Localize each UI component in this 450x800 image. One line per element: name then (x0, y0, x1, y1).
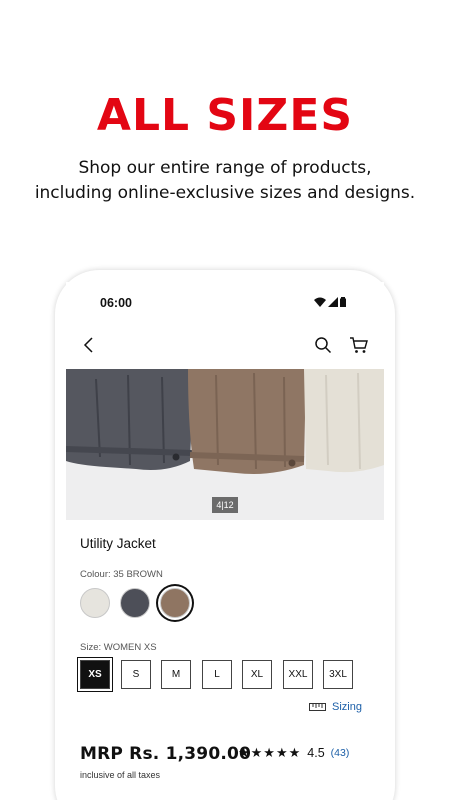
colour-swatch-off-white[interactable] (80, 588, 110, 618)
size-option-xs[interactable]: XS (80, 660, 110, 689)
phone-screen: 06:00 4|12 Utility Jacket Colour: 35 BRO… (66, 282, 384, 800)
rating-count[interactable]: (43) (331, 747, 350, 759)
product-price: MRP Rs. 1,390.00 (80, 744, 252, 764)
size-option-l[interactable]: L (202, 660, 232, 689)
size-option-xxl[interactable]: XXL (283, 660, 313, 689)
status-icons (314, 297, 346, 307)
colour-swatch-brown[interactable] (160, 588, 190, 618)
size-label: Size: WOMEN XS (80, 642, 157, 653)
product-name: Utility Jacket (80, 536, 156, 551)
battery-icon (340, 297, 346, 307)
colour-label: Colour: 35 BROWN (80, 569, 163, 580)
size-option-s[interactable]: S (121, 660, 151, 689)
size-option-3xl[interactable]: 3XL (323, 660, 353, 689)
search-icon[interactable] (314, 336, 332, 354)
ruler-icon (309, 703, 326, 711)
size-option-m[interactable]: M (161, 660, 191, 689)
status-time: 06:00 (100, 296, 132, 310)
signal-icon (328, 297, 338, 307)
cart-icon[interactable] (349, 336, 369, 354)
promo-subline: Shop our entire range of products, inclu… (0, 156, 450, 206)
rating-value: 4.5 (307, 746, 325, 760)
back-arrow-icon[interactable] (82, 336, 98, 354)
rating-stars: ★★★★★ (238, 745, 302, 760)
product-rating[interactable]: ★★★★★ 4.5 (43) (238, 745, 349, 761)
size-option-xl[interactable]: XL (242, 660, 272, 689)
promo-subline-line-1: Shop our entire range of products, (78, 158, 372, 178)
promo-headline: ALL SIZES (96, 90, 354, 141)
gallery-counter: 4|12 (212, 497, 238, 513)
sizing-link[interactable]: Sizing (309, 701, 362, 713)
sizing-link-label: Sizing (332, 701, 362, 713)
colour-swatch-gray[interactable] (120, 588, 150, 618)
promo-subline-line-2: including online-exclusive sizes and des… (34, 183, 416, 203)
wifi-icon (314, 297, 326, 307)
tax-note: inclusive of all taxes (80, 770, 161, 780)
